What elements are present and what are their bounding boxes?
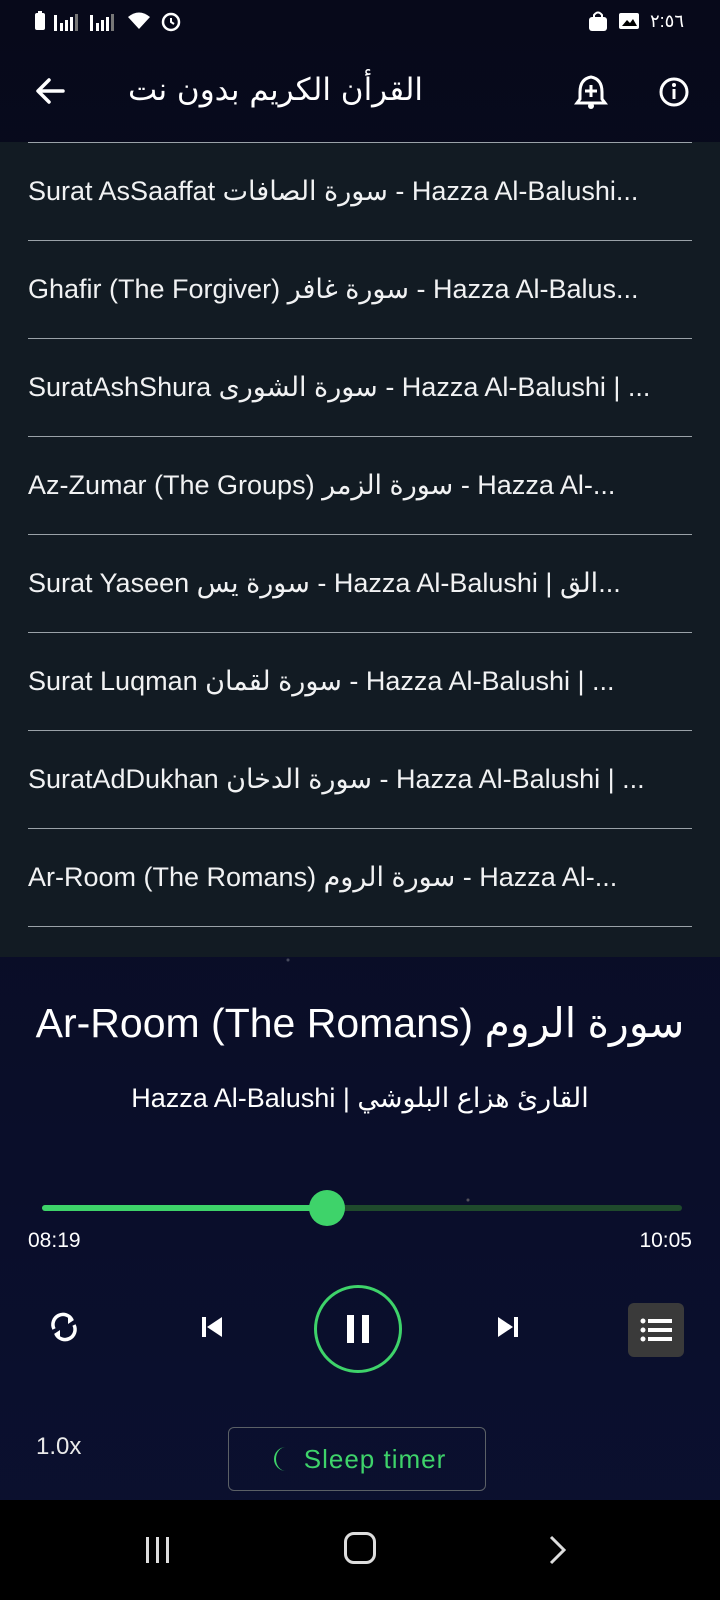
nav-back-button[interactable] [548,1534,568,1566]
now-playing-title: Ar-Room (The Romans) سورة الروم [35,1000,685,1046]
previous-button[interactable] [188,1303,236,1351]
list-item[interactable]: Surat AsSaaffat سورة الصافات - Hazza Al-… [28,142,692,240]
status-time: ٢:٥٦ [649,11,684,31]
chevron-right-icon [549,1535,567,1565]
shopping-bag-icon [588,11,607,31]
signal-icon [54,14,78,31]
total-time: 10:05 [639,1229,692,1252]
list-item-label: Surat Yaseen سورة يس - Hazza Al-Balushi … [28,568,621,598]
notification-add-button[interactable] [574,74,614,114]
signal-2-icon [90,14,114,31]
list-item[interactable]: Surat Yaseen سورة يس - Hazza Al-Balushi … [28,534,692,632]
status-bar: ٢:٥٦ [0,0,720,44]
repeat-icon [51,1312,77,1342]
info-button[interactable] [658,76,694,112]
app-title: القرأن الكريم بدون نت [128,72,424,108]
info-icon [659,77,689,107]
skip-previous-icon [202,1317,222,1337]
image-icon [618,13,639,29]
recents-button[interactable] [142,1534,174,1566]
alarm-icon [161,12,181,32]
system-nav-bar [0,1500,720,1600]
list-item-label: Az-Zumar (The Groups) سورة الزمر - Hazza… [28,470,616,500]
queue-button[interactable] [628,1303,684,1357]
recents-icon [146,1537,169,1563]
seek-progress [42,1205,327,1211]
sleep-timer-button[interactable]: Sleep timer [228,1427,486,1491]
player-panel: Ar-Room (The Romans) سورة الروم Hazza Al… [0,957,720,1500]
list-item-label: Ar-Room (The Romans) سورة الروم - Hazza … [28,862,618,892]
playlist-icon [640,1318,672,1342]
list-item-label: Surat AsSaaffat سورة الصافات - Hazza Al-… [28,176,639,206]
current-time: 08:19 [28,1229,81,1252]
app-bar: القرأن الكريم بدون نت [0,44,720,142]
list-item-label: Ghafir (The Forgiver) سورة غافر - Hazza … [28,274,639,304]
seek-thumb[interactable] [308,1190,345,1226]
list-item[interactable]: SuratAdDukhan سورة الدخان - Hazza Al-Bal… [28,730,692,828]
pause-icon [347,1315,369,1343]
sleep-timer-label: Sleep timer [303,1443,447,1474]
wifi-icon [128,12,150,29]
back-button[interactable] [30,74,70,114]
list-item[interactable]: Surat Luqman سورة لقمان - Hazza Al-Balus… [28,632,692,730]
list-item[interactable]: Ghafir (The Forgiver) سورة غافر - Hazza … [28,240,692,338]
list-item[interactable]: SuratAshShura سورة الشورى - Hazza Al-Bal… [28,338,692,436]
bell-plus-icon [574,75,608,109]
repeat-button[interactable] [42,1305,86,1349]
battery-icon [35,11,45,30]
moon-icon [273,1447,286,1471]
skip-next-icon [498,1317,518,1337]
surah-list: Surat AsSaaffat سورة الصافات - Hazza Al-… [0,142,720,957]
status-right: ٢:٥٦ [588,10,684,32]
list-item[interactable]: Ar-Room (The Romans) سورة الروم - Hazza … [28,828,692,927]
pause-button[interactable] [314,1285,402,1373]
arrow-left-icon [36,78,65,104]
list-item[interactable]: Az-Zumar (The Groups) سورة الزمر - Hazza… [28,436,692,534]
seek-bar[interactable] [42,1190,682,1226]
list-item-label: SuratAshShura سورة الشورى - Hazza Al-Bal… [28,372,651,402]
playback-speed[interactable]: 1.0x [36,1433,81,1461]
now-playing-artist: Hazza Al-Balushi | القارئ هزاع البلوشي [131,1083,589,1113]
home-button[interactable] [344,1532,376,1564]
status-left [34,10,182,32]
list-item-label: Surat Luqman سورة لقمان - Hazza Al-Balus… [28,666,615,696]
next-button[interactable] [484,1303,532,1351]
list-item-label: SuratAdDukhan سورة الدخان - Hazza Al-Bal… [28,764,645,794]
